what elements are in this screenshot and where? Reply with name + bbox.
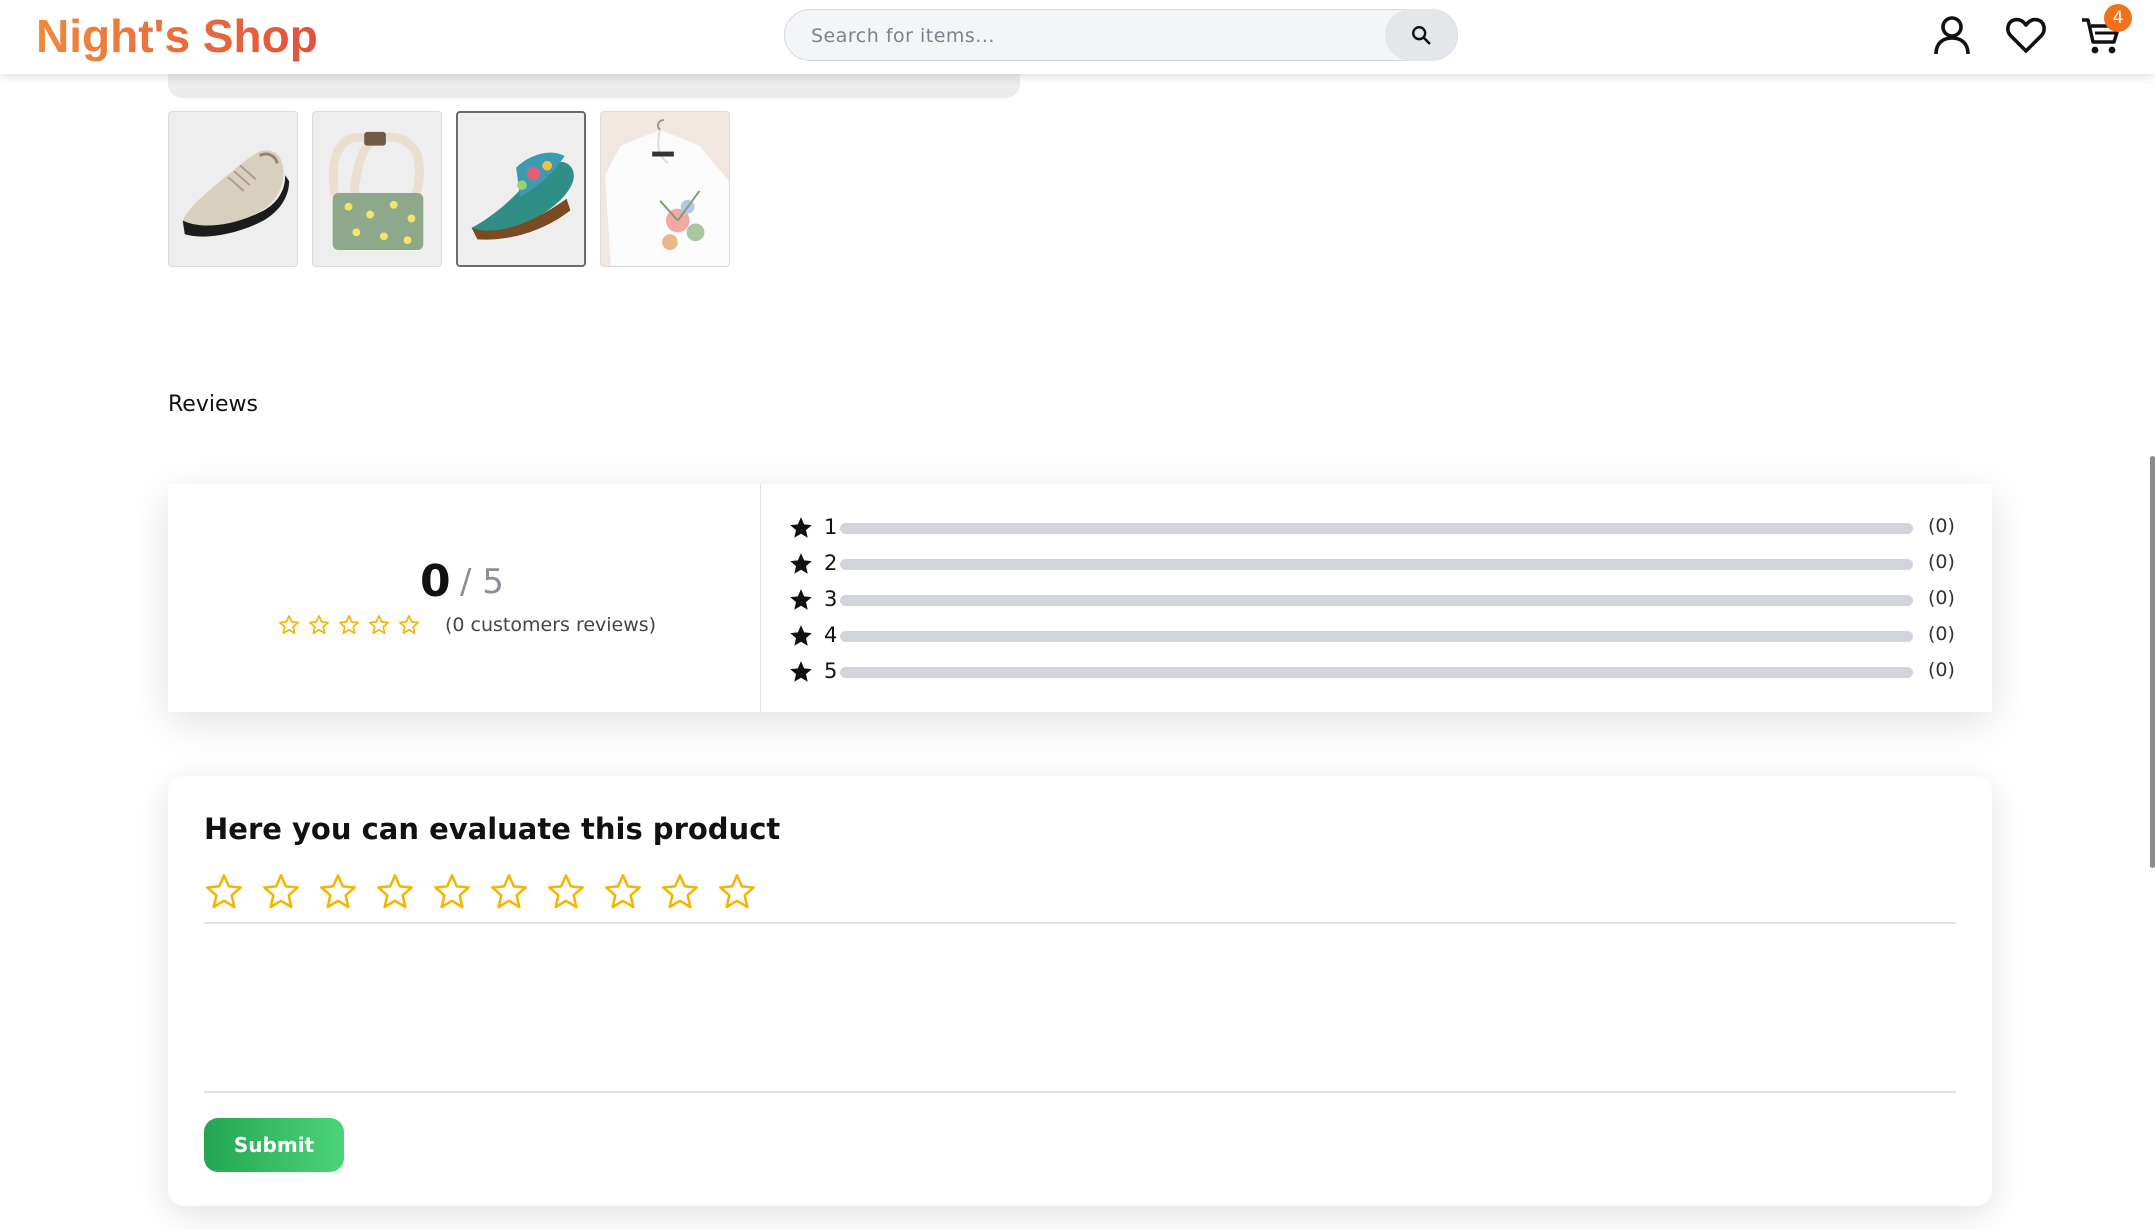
blouse-image xyxy=(601,112,729,266)
rating-star-8-icon[interactable] xyxy=(603,872,643,912)
top-header: Night's Shop 4 xyxy=(0,0,2155,74)
shop-logo[interactable]: Night's Shop xyxy=(36,8,318,64)
rating-star-picker xyxy=(204,872,757,912)
thumbnail-sandal[interactable] xyxy=(456,111,586,267)
average-stars xyxy=(278,614,420,636)
wishlist-button[interactable] xyxy=(2005,14,2047,56)
rating-star-label: 3 xyxy=(824,587,838,611)
divider xyxy=(204,922,1956,924)
average-score: 0 xyxy=(420,556,451,607)
review-comment-input[interactable] xyxy=(204,928,1960,1072)
rating-star-label: 4 xyxy=(824,623,838,647)
rating-star-label: 5 xyxy=(824,659,838,683)
search-icon xyxy=(1412,26,1431,45)
rating-star-label: 2 xyxy=(824,551,838,575)
rating-count: (0) xyxy=(1928,515,1955,537)
search-bar xyxy=(784,9,1458,62)
thumbnail-shoe[interactable] xyxy=(168,111,298,267)
rating-count: (0) xyxy=(1928,659,1955,681)
account-button[interactable] xyxy=(1931,14,1973,56)
reviews-summary-card: 0 / 5 (0 customers reviews) 1 (0) 2 (0) … xyxy=(168,484,1992,712)
star-filled-icon xyxy=(790,589,812,610)
search-input[interactable] xyxy=(809,10,1373,62)
rating-row-4: 4 (0) xyxy=(788,621,1958,649)
rating-star-1-icon[interactable] xyxy=(204,872,244,912)
submit-button[interactable]: Submit xyxy=(204,1118,344,1172)
search-button[interactable] xyxy=(1385,9,1457,61)
rating-row-5: 5 (0) xyxy=(788,657,1958,685)
star-outline-icon xyxy=(309,615,329,635)
rating-row-3: 3 (0) xyxy=(788,585,1958,613)
star-outline-icon xyxy=(339,615,359,635)
rating-bar xyxy=(840,559,1913,570)
rating-star-6-icon[interactable] xyxy=(489,872,529,912)
rating-star-5-icon[interactable] xyxy=(432,872,472,912)
heart-icon xyxy=(2006,17,2046,53)
star-outline-icon xyxy=(369,615,389,635)
rating-count: (0) xyxy=(1928,587,1955,609)
reviews-heading: Reviews xyxy=(168,392,258,417)
score-max: / 5 xyxy=(460,562,504,602)
rating-star-3-icon[interactable] xyxy=(318,872,358,912)
rating-star-7-icon[interactable] xyxy=(546,872,586,912)
rating-count: (0) xyxy=(1928,623,1955,645)
rating-star-10-icon[interactable] xyxy=(717,872,757,912)
rating-star-label: 1 xyxy=(824,515,838,539)
sandal-image xyxy=(458,113,584,265)
thumbnail-blouse[interactable] xyxy=(600,111,730,267)
customer-review-count: (0 customers reviews) xyxy=(445,614,657,636)
star-outline-icon xyxy=(279,615,299,635)
star-filled-icon xyxy=(790,553,812,574)
rating-star-4-icon[interactable] xyxy=(375,872,415,912)
rating-row-2: 2 (0) xyxy=(788,549,1958,577)
star-filled-icon xyxy=(790,625,812,646)
rating-star-2-icon[interactable] xyxy=(261,872,301,912)
rating-count: (0) xyxy=(1928,551,1955,573)
star-filled-icon xyxy=(790,661,812,682)
user-icon xyxy=(1934,16,1970,55)
star-outline-icon xyxy=(399,615,419,635)
rating-bar xyxy=(840,631,1913,642)
rating-row-1: 1 (0) xyxy=(788,513,1958,541)
star-filled-icon xyxy=(790,517,812,538)
rating-bar xyxy=(840,667,1913,678)
average-rating-panel: 0 / 5 (0 customers reviews) xyxy=(168,484,761,712)
shoe-image xyxy=(169,112,297,266)
evaluate-product-card: Here you can evaluate this product Submi… xyxy=(168,776,1992,1206)
rating-bar xyxy=(840,523,1913,534)
rating-bar xyxy=(840,595,1913,606)
page-scrollbar[interactable] xyxy=(2150,456,2155,868)
evaluate-heading: Here you can evaluate this product xyxy=(204,812,781,846)
cart-count-badge: 4 xyxy=(2104,4,2132,32)
thumbnail-handbag[interactable] xyxy=(312,111,442,267)
handbag-image xyxy=(313,112,441,266)
divider xyxy=(204,1091,1956,1093)
rating-star-9-icon[interactable] xyxy=(660,872,700,912)
